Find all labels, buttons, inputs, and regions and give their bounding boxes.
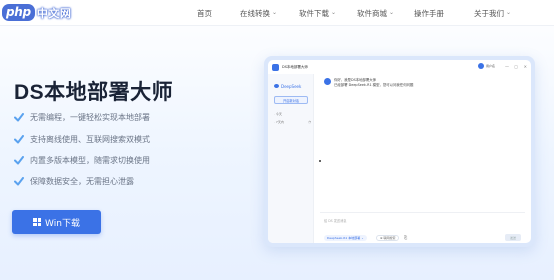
- nav-item-online-convert[interactable]: 在线转换 ⌄: [240, 8, 277, 19]
- send-button: 发送: [505, 234, 521, 241]
- hero-title: DS本地部署大师: [14, 81, 174, 104]
- app-preview-window: DS本地部署大师 用户名 — ▢ ✕ DeepSeek 开启新对话 · 今天 ·…: [268, 60, 531, 243]
- model-select-chip: DeepSeek-R1 本地部署 ⌄: [324, 235, 367, 241]
- windows-icon: [33, 218, 42, 226]
- nav-item-label: 在线转换: [240, 9, 270, 18]
- app-user: 用户名: [477, 63, 495, 69]
- site-logo[interactable]: php 中文网: [2, 3, 71, 22]
- check-icon: [14, 177, 24, 186]
- app-title: DS本地部署大师: [282, 65, 308, 69]
- check-icon: [14, 113, 24, 122]
- logo-badge: php: [2, 4, 35, 21]
- feature-item: 支持离线使用、互联网搜索双模式: [14, 134, 150, 145]
- nav-item-software-store[interactable]: 软件商城 ⌄: [357, 8, 394, 19]
- nav-item-label: 软件商城: [357, 9, 387, 18]
- nav-item-label: 操作手册: [414, 9, 444, 18]
- close-icon: ✕: [523, 64, 527, 69]
- nav-item-software-download[interactable]: 软件下载 ⌄: [299, 8, 336, 19]
- feature-text: 内置多版本模型，随需求切换使用: [30, 156, 150, 165]
- greeting-line: 已经部署 DeepSeek-R1 模型，您可以问我任何问题: [334, 83, 414, 87]
- sidebar-item-7days: · 7天内: [274, 120, 284, 124]
- web-search-chip: ⊕ 联网搜索: [376, 235, 400, 241]
- app-preview-frame: DS本地部署大师 用户名 — ▢ ✕ DeepSeek 开启新对话 · 今天 ·…: [264, 56, 535, 247]
- feature-item: 内置多版本模型，随需求切换使用: [14, 155, 150, 166]
- nav-item-manual[interactable]: 操作手册: [414, 8, 444, 19]
- feature-item: 无需编程，一键轻松实现本地部署: [14, 112, 150, 123]
- new-chat-button: 开启新对话: [274, 96, 308, 104]
- app-sidebar: DeepSeek 开启新对话 · 今天 · 7天内 ◔: [268, 74, 314, 243]
- check-icon: [14, 156, 24, 165]
- nav-item-label: 软件下载: [299, 9, 329, 18]
- nav-item-about-us[interactable]: 关于我们 ⌄: [474, 8, 511, 19]
- chevron-down-icon: ⌄: [389, 9, 395, 16]
- feature-text: 支持离线使用、互联网搜索双模式: [30, 135, 150, 144]
- minimize-icon: —: [505, 64, 509, 69]
- nav-item-label: 关于我们: [474, 9, 504, 18]
- nav-item-label: 首页: [197, 9, 212, 18]
- top-nav: php 中文网 首页 在线转换 ⌄ 软件下载 ⌄ 软件商城 ⌄ 操作手册 关于我…: [0, 0, 554, 26]
- win-download-button[interactable]: Win下载: [12, 210, 101, 234]
- chevron-down-icon: ⌄: [331, 9, 337, 16]
- whale-icon: [274, 84, 279, 88]
- chevron-down-icon: ⌄: [272, 9, 278, 16]
- app-logo-icon: [272, 64, 279, 71]
- brand-label: DeepSeek: [281, 83, 302, 89]
- avatar: [477, 63, 484, 69]
- sidebar-item-today: · 今天: [274, 112, 282, 116]
- history-icon: ◔: [308, 120, 312, 124]
- deepseek-brand: DeepSeek: [274, 82, 308, 90]
- feature-item: 保障数据安全，无需担心泄露: [14, 176, 134, 187]
- app-chat-area: 你好，我是DS本地部署大师 已经部署 DeepSeek-R1 模型，您可以问我任…: [314, 74, 531, 243]
- nav-item-home[interactable]: 首页: [197, 8, 212, 19]
- app-username: 用户名: [485, 64, 495, 68]
- bot-greeting: 你好，我是DS本地部署大师 已经部署 DeepSeek-R1 模型，您可以问我任…: [334, 78, 413, 88]
- feature-text: 无需编程，一键轻松实现本地部署: [30, 113, 150, 122]
- chat-input-area: 给 DS 发送消息 DeepSeek-R1 本地部署 ⌄ ⊕ 联网搜索 ⎘ 发送: [320, 212, 525, 243]
- feature-text: 保障数据安全，无需担心泄露: [30, 177, 134, 186]
- app-titlebar: DS本地部署大师 用户名 — ▢ ✕: [268, 60, 531, 74]
- logo-text: 中文网: [36, 6, 72, 20]
- chevron-down-icon: ⌄: [506, 9, 512, 16]
- attach-icon: ⎘: [404, 235, 408, 240]
- download-button-label: Win下载: [45, 218, 80, 229]
- bot-avatar-icon: [324, 78, 331, 85]
- sidebar-collapse-handle: [319, 160, 321, 162]
- check-icon: [14, 135, 24, 144]
- maximize-icon: ▢: [514, 64, 518, 69]
- chat-input-placeholder: 给 DS 发送消息: [324, 219, 347, 223]
